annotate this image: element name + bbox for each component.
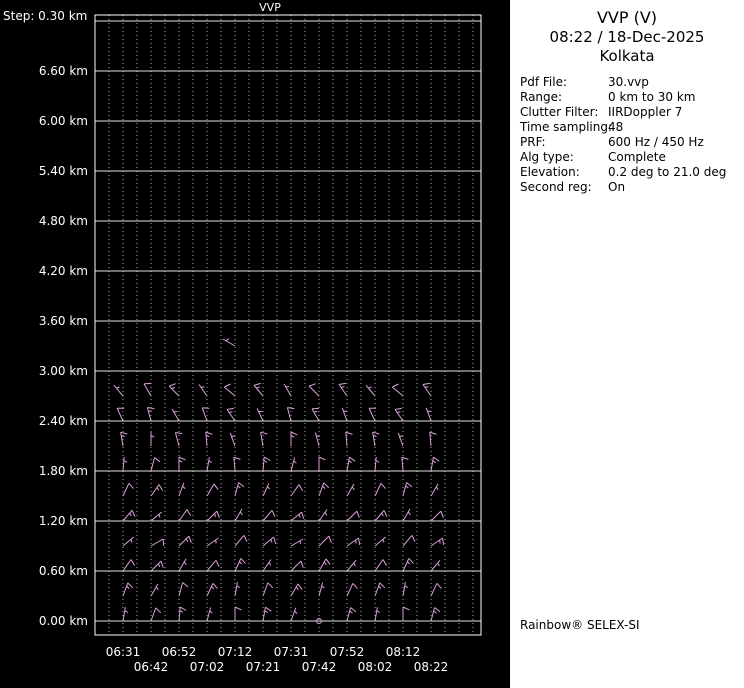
field-value: 0 km to 30 km: [608, 90, 740, 105]
field-label: Clutter Filter:: [520, 105, 608, 120]
field-value: IIRDoppler 7: [608, 105, 740, 120]
panel-title: VVP (V): [510, 8, 744, 28]
chart-title: VVP: [259, 1, 281, 14]
field-label: PRF:: [520, 135, 608, 150]
field-row: Pdf File:30.vvp: [520, 75, 740, 90]
y-tick-label: 3.00 km: [39, 364, 88, 378]
field-label: Elevation:: [520, 165, 608, 180]
field-value: On: [608, 180, 740, 195]
field-row: Second reg:On: [520, 180, 740, 195]
field-value: Complete: [608, 150, 740, 165]
field-row: Elevation:0.2 deg to 21.0 deg: [520, 165, 740, 180]
x-tick-label: 07:42: [302, 660, 337, 674]
y-tick-label: 0.60 km: [39, 564, 88, 578]
x-tick-label: 07:12: [218, 645, 253, 659]
x-tick-label: 06:52: [162, 645, 197, 659]
field-label: Pdf File:: [520, 75, 608, 90]
field-label: Range:: [520, 90, 608, 105]
panel-fields: Pdf File:30.vvpRange:0 km to 30 kmClutte…: [510, 75, 744, 195]
panel-site: Kolkata: [510, 47, 744, 66]
y-tick-label: 4.80 km: [39, 214, 88, 228]
field-label: Time sampling:: [520, 120, 608, 135]
vvp-window: VVP Step: 0.30 km 6.60 km 6.00 km 5.40 km 4.8…: [0, 0, 744, 688]
field-label: Second reg:: [520, 180, 608, 195]
x-tick-label: 06:42: [134, 660, 169, 674]
field-row: Clutter Filter:IIRDoppler 7: [520, 105, 740, 120]
y-tick-label: 0.00 km: [39, 614, 88, 628]
x-tick-label: 08:22: [414, 660, 449, 674]
y-tick-label: 3.60 km: [39, 314, 88, 328]
x-tick-label: 08:12: [386, 645, 421, 659]
chart-area: VVP Step: 0.30 km 6.60 km 6.00 km 5.40 km 4.8…: [0, 0, 510, 688]
y-tick-label: 5.40 km: [39, 164, 88, 178]
y-tick-label: 2.40 km: [39, 414, 88, 428]
x-tick-label: 07:31: [274, 645, 309, 659]
x-tick-label: 08:02: [358, 660, 393, 674]
field-value: 48: [608, 120, 740, 135]
chart-background: [0, 0, 510, 688]
y-tick-label: 1.20 km: [39, 514, 88, 528]
y-tick-label: 4.20 km: [39, 264, 88, 278]
field-row: Time sampling:48: [520, 120, 740, 135]
field-value: 0.2 deg to 21.0 deg: [608, 165, 740, 180]
panel-datetime: 08:22 / 18-Dec-2025: [510, 28, 744, 47]
y-tick-label: 6.60 km: [39, 64, 88, 78]
step-label: Step: 0.30 km: [3, 9, 87, 23]
field-row: PRF:600 Hz / 450 Hz: [520, 135, 740, 150]
field-value: 30.vvp: [608, 75, 740, 90]
x-tick-label: 07:02: [190, 660, 225, 674]
field-row: Alg type:Complete: [520, 150, 740, 165]
field-value: 600 Hz / 450 Hz: [608, 135, 740, 150]
x-tick-label: 07:21: [246, 660, 281, 674]
x-tick-label: 06:31: [106, 645, 141, 659]
panel-footer: Rainbow® SELEX-SI: [520, 618, 640, 632]
y-tick-label: 1.80 km: [39, 464, 88, 478]
field-row: Range:0 km to 30 km: [520, 90, 740, 105]
field-label: Alg type:: [520, 150, 608, 165]
info-panel: VVP (V) 08:22 / 18-Dec-2025 Kolkata Pdf …: [510, 0, 744, 688]
vvp-chart-svg: VVP Step: 0.30 km 6.60 km 6.00 km 5.40 km 4.8…: [0, 0, 510, 688]
x-tick-label: 07:52: [330, 645, 365, 659]
y-tick-label: 6.00 km: [39, 114, 88, 128]
